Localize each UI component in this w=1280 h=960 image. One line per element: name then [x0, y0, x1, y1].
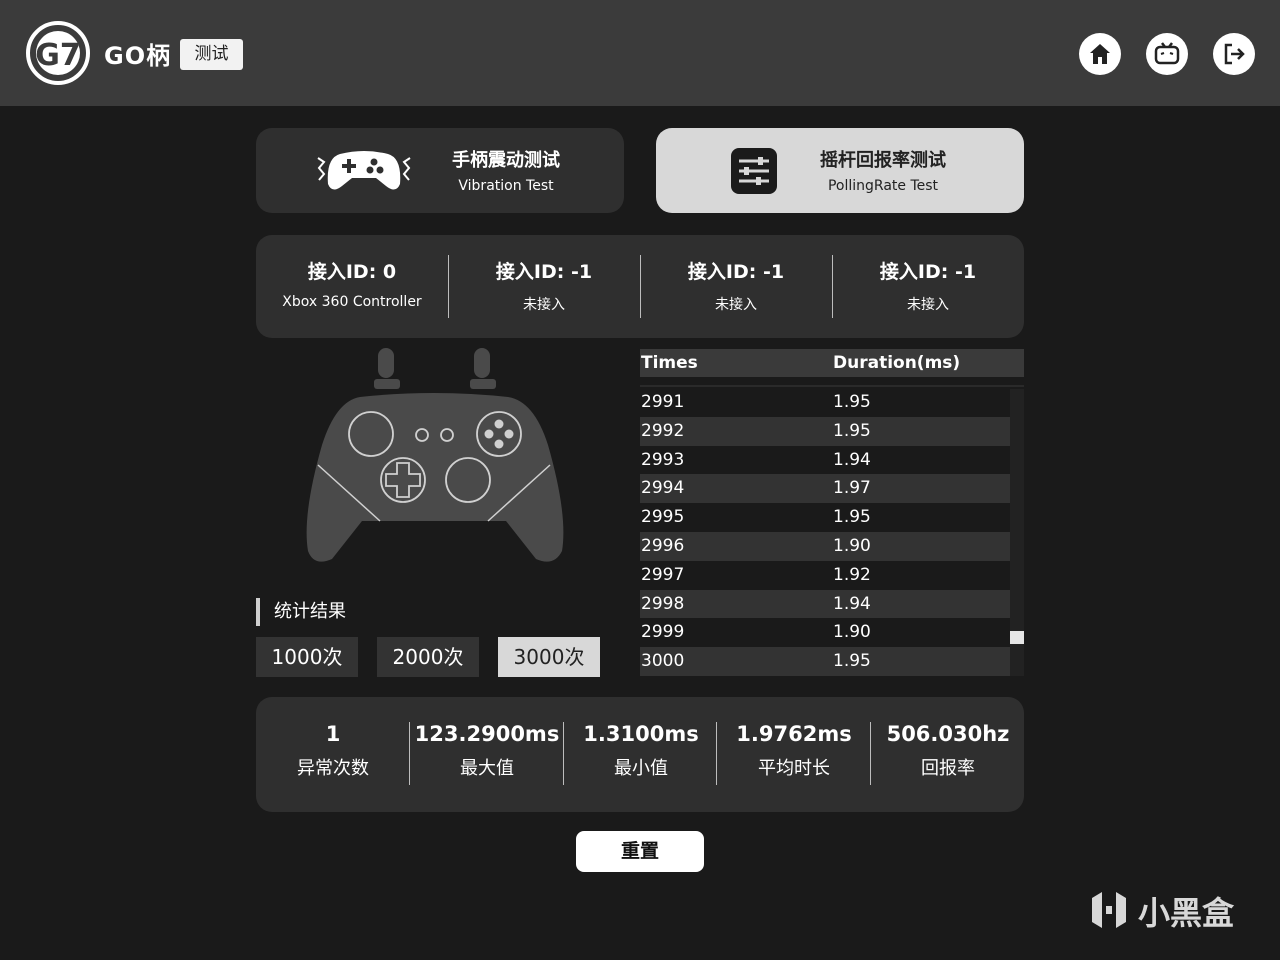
cell-duration: 1.92	[833, 564, 871, 585]
device-name: 未接入	[907, 297, 949, 313]
device-name: Xbox 360 Controller	[282, 294, 422, 310]
device-slot-1[interactable]: 接入ID: -1 未接入	[448, 235, 640, 314]
cell-times: 2999	[641, 622, 685, 643]
table-row: 2992 1.95	[640, 416, 1010, 446]
tab-vibration-test[interactable]: 手柄震动测试 Vibration Test	[256, 128, 624, 213]
bilibili-button[interactable]	[1146, 33, 1188, 75]
stats-section-title: 统计结果	[274, 601, 346, 622]
tab-polling-rate-test[interactable]: 摇杆回报率测试 PollingRate Test	[656, 128, 1024, 213]
cell-times: 2996	[641, 536, 685, 556]
table-row: 2993 1.94	[640, 445, 1010, 475]
section-marker	[256, 598, 260, 626]
svg-text:G7: G7	[35, 38, 81, 73]
cell-times: 3000	[641, 651, 685, 672]
cell-duration: 1.95	[833, 392, 871, 412]
home-icon	[1090, 44, 1110, 64]
result-value: 1.9762ms	[736, 722, 852, 746]
cell-times: 2993	[641, 449, 685, 470]
sliders-icon	[731, 148, 777, 194]
title-bar: G7 GO柄 测试	[0, 0, 1280, 106]
table-row: 2997 1.92	[640, 560, 1010, 590]
polling-rate-test-subtitle: PollingRate Test	[827, 178, 939, 194]
device-id: 接入ID: -1	[879, 261, 977, 283]
device-id: 接入ID: -1	[495, 261, 593, 283]
result-value: 506.030hz	[886, 722, 1010, 746]
result-label: 最小值	[614, 758, 668, 779]
vibration-test-title: 手柄震动测试	[452, 150, 560, 171]
table-row: 2996 1.90	[640, 532, 1010, 561]
result-min: 1.3100ms 最小值	[564, 722, 718, 780]
vibration-test-subtitle: Vibration Test	[458, 178, 554, 194]
header-divider	[640, 385, 1024, 387]
cell-duration: 1.94	[833, 593, 871, 614]
table-row: 2994 1.97	[640, 474, 1010, 504]
table-header: Times Duration(ms)	[640, 349, 1024, 377]
result-anomaly-count: 1 异常次数	[256, 722, 410, 780]
exit-button[interactable]	[1213, 33, 1255, 75]
result-value: 1.3100ms	[583, 722, 699, 746]
vibrating-gamepad-icon	[317, 151, 411, 190]
device-slot-0[interactable]: 接入ID: 0 Xbox 360 Controller	[256, 235, 448, 310]
watermark: 小黑盒	[1088, 888, 1234, 934]
cell-times: 2994	[641, 478, 685, 499]
column-header-duration: Duration(ms)	[833, 353, 961, 373]
watermark-text: 小黑盒	[1138, 894, 1235, 932]
cell-duration: 1.95	[833, 651, 871, 672]
table-row: 2999 1.90	[640, 618, 1010, 648]
count-1000-button[interactable]: 1000次	[256, 637, 358, 677]
gamepad-illustration	[306, 348, 564, 562]
cell-times: 2995	[641, 507, 685, 528]
count-2000-button[interactable]: 2000次	[377, 637, 479, 677]
cell-times: 2992	[641, 420, 685, 441]
device-slot-2[interactable]: 接入ID: -1 未接入	[640, 235, 832, 314]
result-label: 最大值	[460, 758, 514, 779]
cell-times: 2997	[641, 564, 685, 585]
reset-button[interactable]: 重置	[576, 831, 704, 872]
table-row: 2995 1.95	[640, 503, 1010, 533]
result-value: 123.2900ms	[414, 722, 560, 746]
result-max: 123.2900ms 最大值	[410, 722, 564, 780]
cell-duration: 1.90	[833, 622, 871, 643]
table-scrollbar[interactable]	[1010, 389, 1024, 676]
app-logo-icon: G7	[26, 21, 90, 85]
count-3000-button[interactable]: 3000次	[498, 637, 600, 677]
heybox-logo-icon	[1092, 892, 1126, 928]
cell-duration: 1.97	[833, 478, 871, 499]
column-header-times: Times	[641, 353, 698, 373]
scrollbar-thumb[interactable]	[1010, 631, 1024, 644]
result-polling-rate: 506.030hz 回报率	[871, 722, 1025, 780]
cell-times: 2998	[641, 593, 685, 614]
table-row: 2998 1.94	[640, 589, 1010, 619]
logout-icon	[1224, 43, 1245, 65]
result-value: 1	[325, 722, 341, 746]
cell-duration: 1.95	[833, 507, 871, 528]
result-average: 1.9762ms 平均时长	[717, 722, 871, 780]
home-button[interactable]	[1079, 33, 1121, 75]
device-slot-3[interactable]: 接入ID: -1 未接入	[832, 235, 1024, 314]
device-id: 接入ID: 0	[307, 261, 397, 283]
table-row: 2991 1.95	[640, 388, 1010, 417]
cell-duration: 1.95	[833, 420, 871, 441]
cell-duration: 1.94	[833, 449, 871, 470]
bilibili-icon	[1154, 42, 1180, 65]
app-brand: GO柄	[104, 42, 172, 70]
cell-times: 2991	[641, 392, 685, 412]
polling-rate-test-title: 摇杆回报率测试	[820, 150, 946, 171]
result-label: 平均时长	[758, 758, 830, 779]
result-label: 回报率	[921, 758, 975, 779]
device-id: 接入ID: -1	[687, 261, 785, 283]
table-row: 3000 1.95	[640, 647, 1010, 677]
result-label: 异常次数	[297, 758, 369, 779]
device-name: 未接入	[715, 297, 757, 313]
cell-duration: 1.90	[833, 536, 871, 556]
device-name: 未接入	[523, 297, 565, 313]
test-tag: 测试	[180, 39, 243, 70]
